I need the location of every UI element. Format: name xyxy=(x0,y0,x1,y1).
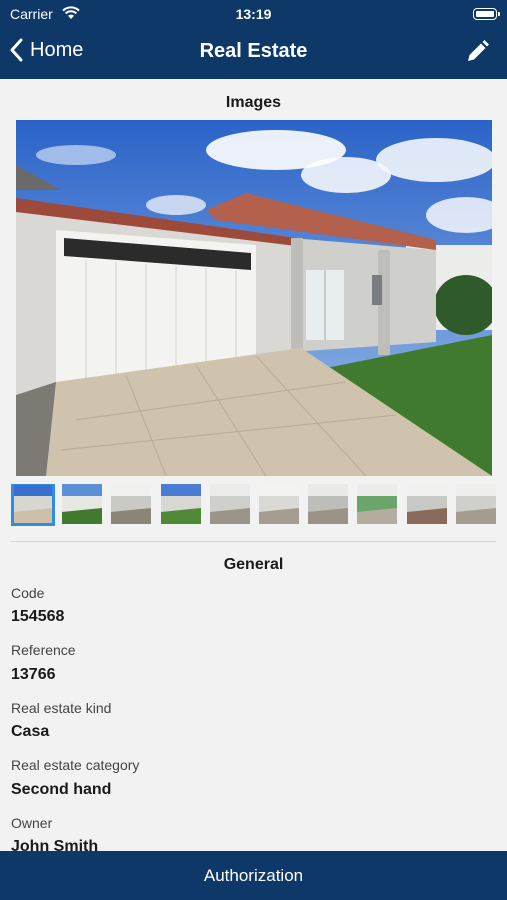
thumbnail-image[interactable] xyxy=(160,484,201,524)
field-label: Code xyxy=(11,585,45,601)
general-section-title: General xyxy=(223,556,284,573)
thumbnail-image[interactable] xyxy=(455,484,496,524)
chevron-left-icon xyxy=(10,38,23,62)
field-value: 13766 xyxy=(11,666,56,683)
authorization-button[interactable]: Authorization xyxy=(0,851,507,900)
field-label: Real estate category xyxy=(11,757,140,773)
thumbnail-image[interactable] xyxy=(308,484,349,524)
house-photo xyxy=(16,120,492,476)
battery-icon xyxy=(473,8,500,20)
field-label: Owner xyxy=(11,815,53,831)
back-button[interactable]: Home xyxy=(10,38,83,62)
field-value: Second hand xyxy=(11,781,112,798)
thumbnail-image[interactable] xyxy=(62,484,103,524)
divider xyxy=(11,541,496,542)
navigation-bar: Home Real Estate xyxy=(0,36,507,70)
main-property-photo[interactable] xyxy=(16,120,492,476)
field-value: 154568 xyxy=(11,608,65,625)
thumbnail-image[interactable] xyxy=(259,484,299,524)
field-label: Reference xyxy=(11,642,76,658)
thumbnail-image[interactable] xyxy=(11,484,55,526)
thumbnail-image[interactable] xyxy=(209,484,250,524)
field-value: Casa xyxy=(11,723,50,740)
status-time: 13:19 xyxy=(235,6,272,22)
thumbnail-image[interactable] xyxy=(357,484,398,524)
back-label: Home xyxy=(30,38,84,61)
thumbnail-image[interactable] xyxy=(406,484,447,524)
pencil-icon[interactable] xyxy=(463,38,491,66)
field-label: Real estate kind xyxy=(11,700,112,716)
thumbnail-strip[interactable] xyxy=(11,484,507,528)
top-bar: Carrier 13:19 Home Real Estate xyxy=(0,0,507,79)
thumbnail-image[interactable] xyxy=(111,484,152,524)
images-section-title: Images xyxy=(225,94,282,111)
status-bar: Carrier 13:19 xyxy=(0,6,507,24)
